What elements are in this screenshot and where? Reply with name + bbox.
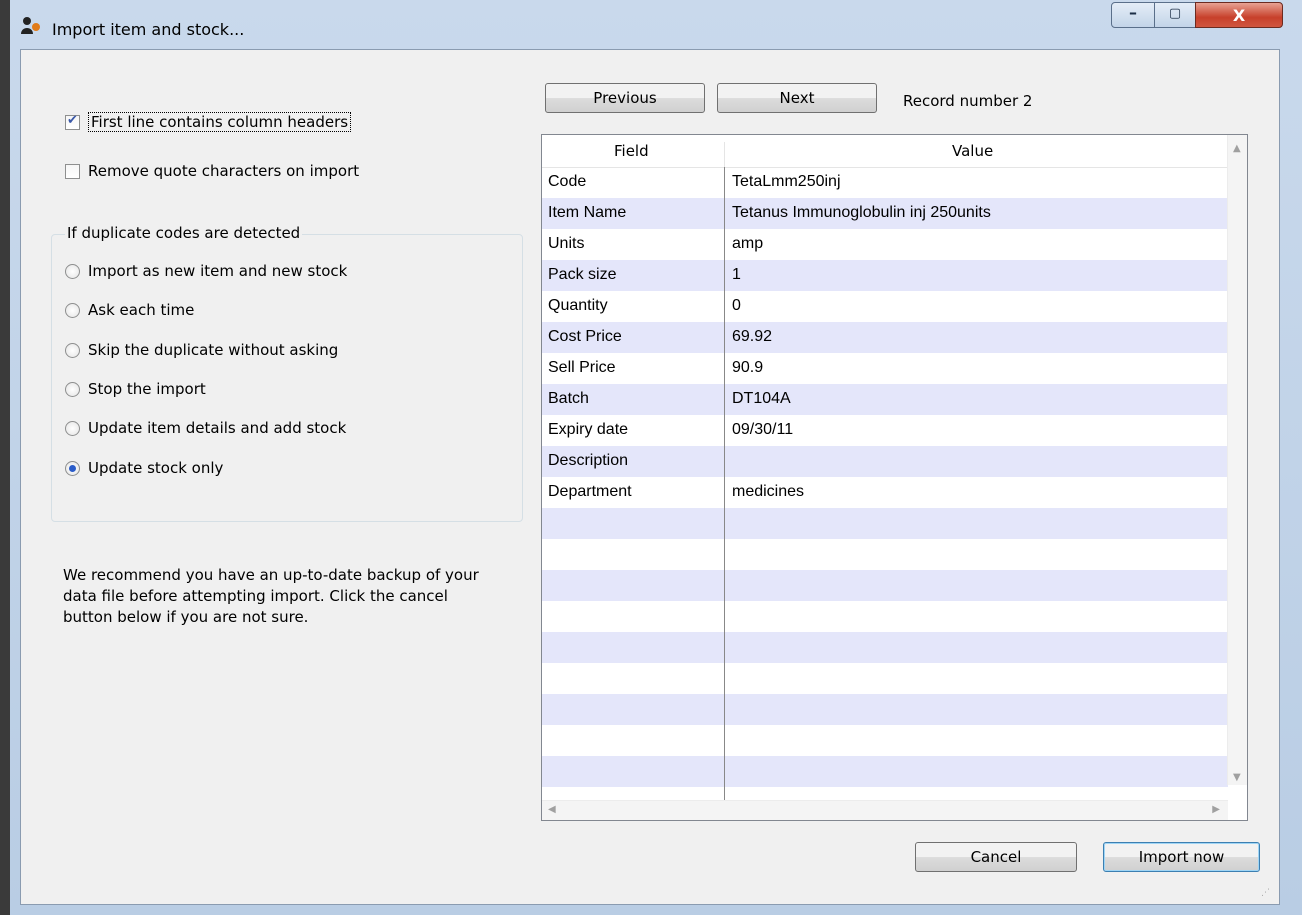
remove-quotes-label: Remove quote characters on import xyxy=(88,162,360,180)
radio-skip-duplicate[interactable]: Skip the duplicate without asking xyxy=(65,341,338,359)
radio-label: Update stock only xyxy=(88,459,224,477)
table-row[interactable] xyxy=(542,539,1228,570)
first-line-headers-label: First line contains column headers xyxy=(88,112,352,132)
table-row[interactable]: Quantity 0 xyxy=(542,291,1228,322)
table-row[interactable]: Pack size 1 xyxy=(542,260,1228,291)
table-row[interactable] xyxy=(542,632,1228,663)
field-cell: Item Name xyxy=(548,204,627,221)
first-line-headers-checkbox[interactable]: First line contains column headers xyxy=(65,112,352,132)
checkbox-unchecked-icon xyxy=(65,163,80,179)
value-cell[interactable]: 0 xyxy=(732,297,741,315)
value-cell[interactable]: amp xyxy=(732,235,763,253)
table-row[interactable]: Batch DT104A xyxy=(542,384,1228,415)
field-cell: Quantity xyxy=(548,297,608,314)
desktop-backdrop xyxy=(0,0,10,915)
field-cell: Batch xyxy=(548,390,589,407)
scroll-down-icon[interactable]: ▼ xyxy=(1233,772,1241,783)
scroll-left-icon[interactable]: ◀ xyxy=(548,804,556,815)
column-gridline xyxy=(724,167,725,817)
table-row[interactable] xyxy=(542,663,1228,694)
radio-label: Ask each time xyxy=(88,301,195,319)
table-row[interactable] xyxy=(542,601,1228,632)
field-cell: Department xyxy=(548,483,632,500)
title-bar[interactable]: Import item and stock... – ▢ X xyxy=(8,0,1294,40)
table-row[interactable] xyxy=(542,725,1228,756)
close-icon: X xyxy=(1232,6,1246,25)
table-row[interactable] xyxy=(542,694,1228,725)
next-button[interactable]: Next xyxy=(717,83,877,113)
backup-warning-text: We recommend you have an up-to-date back… xyxy=(63,566,479,626)
table-row[interactable]: Cost Price 69.92 xyxy=(542,322,1228,353)
table-row[interactable]: Units amp xyxy=(542,229,1228,260)
value-cell[interactable]: 09/30/11 xyxy=(732,421,793,439)
window-title: Import item and stock... xyxy=(52,20,245,39)
maximize-icon: ▢ xyxy=(1168,6,1182,21)
vertical-scrollbar[interactable]: ▲ ▼ xyxy=(1227,135,1247,785)
checkbox-checked-icon xyxy=(65,113,80,130)
table-row[interactable]: Expiry date 09/30/11 xyxy=(542,415,1228,446)
horizontal-scrollbar[interactable]: ◀ ▶ xyxy=(542,800,1228,820)
previous-button[interactable]: Previous xyxy=(545,83,705,113)
radio-update-details-add-stock[interactable]: Update item details and add stock xyxy=(65,419,346,437)
value-cell[interactable]: 90.9 xyxy=(732,359,763,377)
field-cell: Pack size xyxy=(548,266,617,283)
value-cell[interactable]: 1 xyxy=(732,266,741,284)
resize-grip-icon[interactable]: ⋰ xyxy=(1261,888,1273,900)
table-row[interactable]: Sell Price 90.9 xyxy=(542,353,1228,384)
radio-label: Skip the duplicate without asking xyxy=(88,341,339,359)
import-now-button[interactable]: Import now xyxy=(1103,842,1260,872)
field-cell: Cost Price xyxy=(548,328,622,345)
value-cell[interactable]: DT104A xyxy=(732,390,791,408)
radio-label: Import as new item and new stock xyxy=(88,262,348,280)
app-icon xyxy=(21,17,40,34)
field-cell: Description xyxy=(548,452,629,469)
radio-import-new[interactable]: Import as new item and new stock xyxy=(65,262,347,280)
maximize-button[interactable]: ▢ xyxy=(1154,2,1196,28)
scroll-up-icon[interactable]: ▲ xyxy=(1233,143,1241,154)
remove-quotes-checkbox[interactable]: Remove quote characters on import xyxy=(65,162,359,180)
duplicates-group-legend: If duplicate codes are detected xyxy=(65,224,303,242)
field-cell: Expiry date xyxy=(548,421,629,438)
column-header-value[interactable]: Value xyxy=(952,142,993,160)
value-cell[interactable]: TetaLmm250inj xyxy=(732,173,841,191)
column-header-field[interactable]: Field xyxy=(614,142,649,160)
radio-icon xyxy=(65,342,80,358)
radio-icon xyxy=(65,420,80,436)
field-cell: Units xyxy=(548,235,585,252)
radio-icon xyxy=(65,263,80,279)
table-row[interactable]: Department medicines xyxy=(542,477,1228,508)
radio-ask-each-time[interactable]: Ask each time xyxy=(65,301,194,319)
close-button[interactable]: X xyxy=(1195,2,1283,28)
radio-icon xyxy=(65,381,80,397)
cancel-button[interactable]: Cancel xyxy=(915,842,1077,872)
dialog-client-area: First line contains column headers Remov… xyxy=(20,49,1280,905)
scroll-right-icon[interactable]: ▶ xyxy=(1212,804,1220,815)
table-row[interactable] xyxy=(542,570,1228,601)
radio-label: Update item details and add stock xyxy=(88,419,347,437)
field-value-table[interactable]: Field Value Code TetaLmm250inj Item Name Te… xyxy=(541,134,1248,821)
field-cell: Code xyxy=(548,173,587,190)
radio-stop-import[interactable]: Stop the import xyxy=(65,380,206,398)
table-row[interactable] xyxy=(542,756,1228,787)
import-dialog-window: Import item and stock... – ▢ X First lin… xyxy=(0,0,1302,915)
value-cell[interactable]: Tetanus Immunoglobulin inj 250units xyxy=(732,204,991,222)
table-row[interactable]: Description xyxy=(542,446,1228,477)
table-row[interactable] xyxy=(542,508,1228,539)
radio-icon xyxy=(65,302,80,318)
value-cell[interactable]: medicines xyxy=(732,483,804,501)
field-cell: Sell Price xyxy=(548,359,616,376)
table-row[interactable]: Code TetaLmm250inj xyxy=(542,167,1228,198)
radio-selected-icon xyxy=(65,460,80,476)
minimize-icon: – xyxy=(1129,3,1137,22)
radio-update-stock-only[interactable]: Update stock only xyxy=(65,459,223,477)
value-cell[interactable]: 69.92 xyxy=(732,328,772,346)
table-header: Field Value xyxy=(542,135,1228,174)
table-row[interactable]: Item Name Tetanus Immunoglobulin inj 250u… xyxy=(542,198,1228,229)
radio-label: Stop the import xyxy=(88,380,206,398)
minimize-button[interactable]: – xyxy=(1111,2,1155,28)
record-number-label: Record number 2 xyxy=(903,92,1033,110)
table-body: Code TetaLmm250inj Item Name Tetanus Immuno… xyxy=(542,167,1228,787)
